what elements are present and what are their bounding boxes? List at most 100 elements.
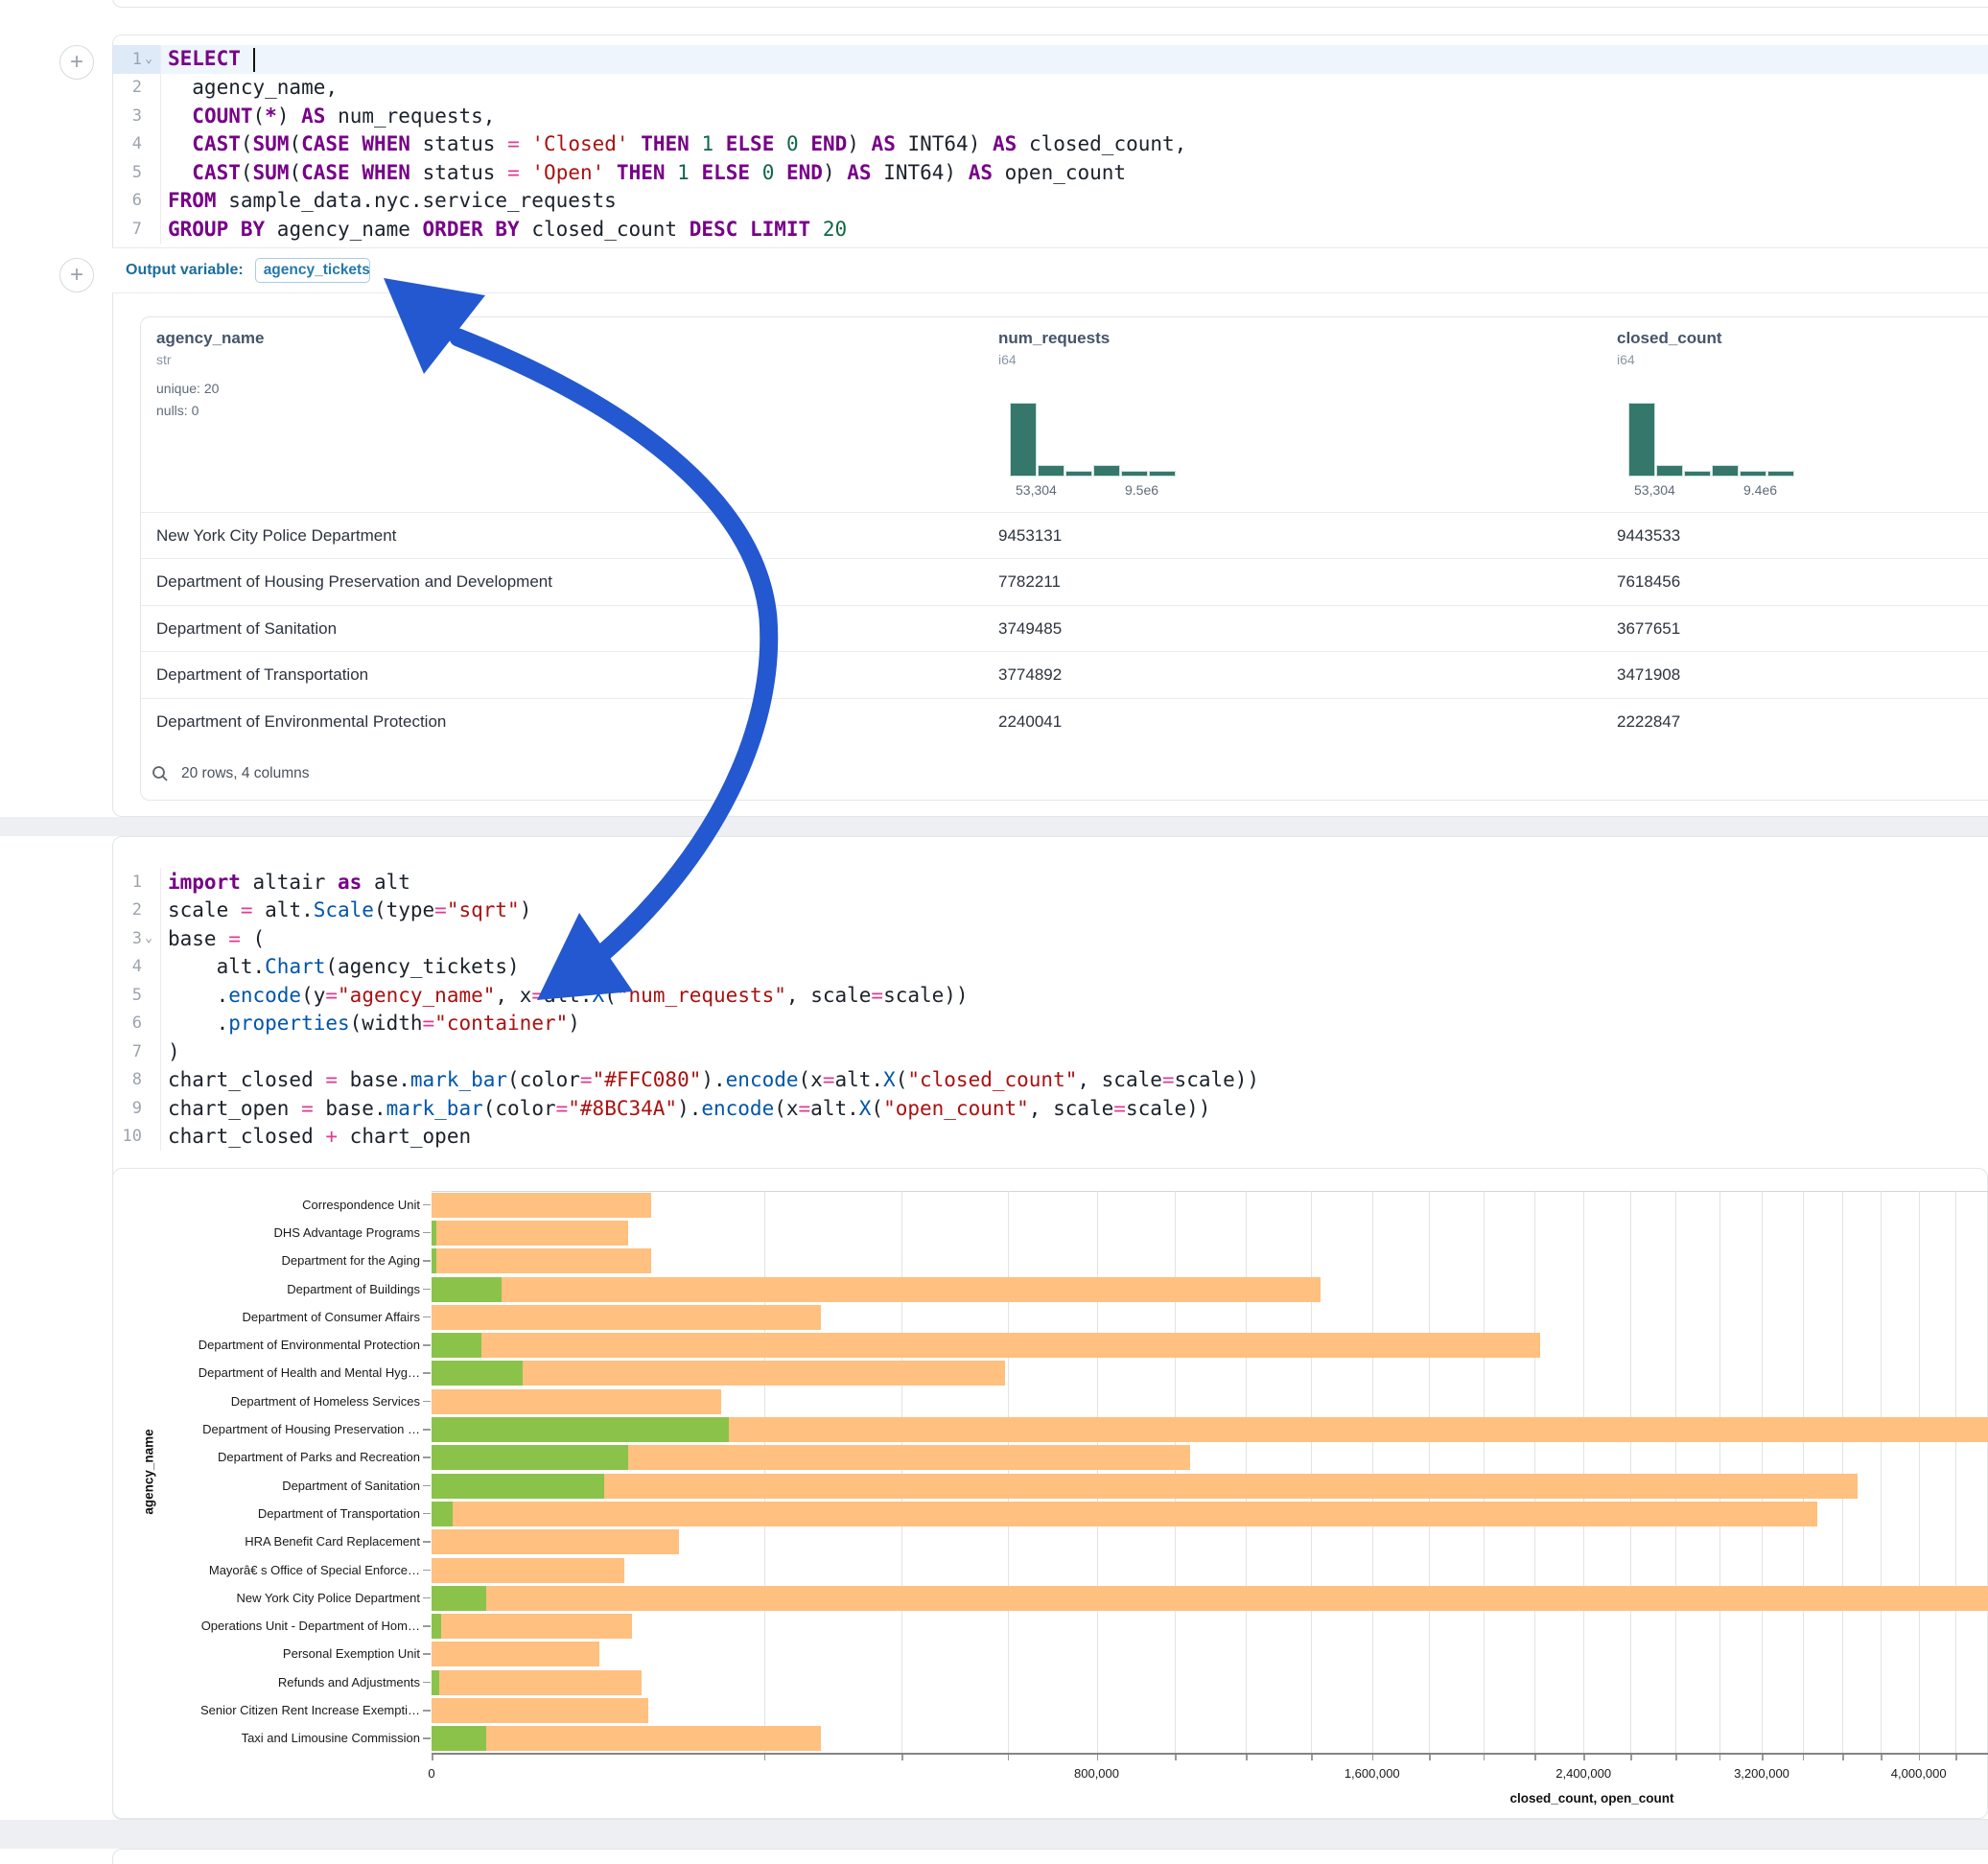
x-axis-tick xyxy=(1842,1755,1844,1760)
x-axis-tick xyxy=(1534,1755,1536,1760)
x-axis-tick xyxy=(1719,1755,1721,1760)
y-axis-tick xyxy=(423,1710,431,1712)
y-axis-tick xyxy=(423,1429,431,1431)
gridline xyxy=(1955,1191,1956,1753)
y-axis-tick xyxy=(423,1653,431,1655)
bar-closed-count xyxy=(432,1670,642,1695)
bar-closed-count xyxy=(432,1529,679,1554)
bar-open-count xyxy=(432,1502,453,1526)
x-axis-tick xyxy=(1097,1755,1099,1760)
gridline xyxy=(1762,1191,1763,1753)
y-axis-label: Senior Citizen Rent Increase Exempti… xyxy=(112,1703,420,1717)
x-axis-tick-label: 2,400,000 xyxy=(1555,1766,1611,1781)
y-axis-label: Personal Exemption Unit xyxy=(112,1646,420,1661)
y-axis-label: Department of Environmental Protection xyxy=(112,1338,420,1352)
gridline xyxy=(1719,1191,1720,1753)
y-axis-tick xyxy=(423,1485,431,1487)
x-axis-tick xyxy=(1246,1755,1248,1760)
y-axis-tick xyxy=(423,1401,431,1403)
x-axis-tick xyxy=(1372,1755,1374,1760)
bar-open-count xyxy=(432,1361,523,1386)
x-axis-tick xyxy=(1311,1755,1313,1760)
bar-open-count xyxy=(432,1417,729,1442)
x-axis-tick xyxy=(1803,1755,1805,1760)
gridline xyxy=(764,1191,765,1753)
x-axis-tick xyxy=(1955,1755,1957,1760)
bar-closed-count xyxy=(432,1726,821,1751)
bar-open-count xyxy=(432,1586,486,1611)
bar-closed-count xyxy=(432,1642,599,1666)
x-axis-tick xyxy=(901,1755,903,1760)
y-axis-label: Department of Buildings xyxy=(112,1282,420,1296)
y-axis-tick xyxy=(423,1682,431,1684)
y-axis-tick xyxy=(423,1597,431,1599)
y-axis-label: Department of Parks and Recreation xyxy=(112,1450,420,1464)
y-axis-label: New York City Police Department xyxy=(112,1591,420,1605)
bar-open-count xyxy=(432,1248,436,1273)
x-axis-tick xyxy=(1484,1755,1485,1760)
gridline xyxy=(1534,1191,1535,1753)
x-axis-tick xyxy=(1881,1755,1883,1760)
y-axis-label: Operations Unit - Department of Hom… xyxy=(112,1619,420,1633)
gridline xyxy=(1881,1191,1882,1753)
y-axis-label: Mayorâ€ s Office of Special Enforce… xyxy=(112,1563,420,1577)
bar-closed-count xyxy=(432,1305,821,1330)
x-axis-tick-label: 4,000,000 xyxy=(1891,1766,1947,1781)
y-axis-label: Department of Health and Mental Hyg… xyxy=(112,1365,420,1380)
y-axis-tick xyxy=(423,1344,431,1346)
gridline xyxy=(901,1191,902,1753)
x-axis-line xyxy=(432,1753,1988,1755)
x-axis-tick xyxy=(1675,1755,1677,1760)
bar-closed-count xyxy=(432,1502,1817,1526)
y-axis-tick xyxy=(423,1372,431,1374)
y-axis-label: Department of Homeless Services xyxy=(112,1394,420,1409)
x-axis-tick-label: 0 xyxy=(428,1766,434,1781)
bar-closed-count xyxy=(432,1614,632,1639)
bar-closed-count xyxy=(432,1333,1540,1358)
x-axis-tick xyxy=(1583,1755,1585,1760)
bar-open-count xyxy=(432,1726,486,1751)
y-axis-label: Correspondence Unit xyxy=(112,1198,420,1212)
x-axis-title: closed_count, open_count xyxy=(1509,1791,1673,1806)
bar-open-count xyxy=(432,1277,502,1302)
bar-closed-count xyxy=(432,1193,651,1218)
bar-closed-count xyxy=(432,1248,651,1273)
y-axis-label: HRA Benefit Card Replacement xyxy=(112,1534,420,1549)
gridline xyxy=(1175,1191,1176,1753)
bar-open-count xyxy=(432,1221,436,1246)
gridline xyxy=(1008,1191,1009,1753)
y-axis-tick xyxy=(423,1232,431,1234)
gridline xyxy=(1675,1191,1676,1753)
bar-open-count xyxy=(432,1445,628,1470)
plot-top-border xyxy=(432,1191,1988,1192)
bar-open-count xyxy=(432,1614,441,1639)
gridline xyxy=(1372,1191,1373,1753)
y-axis-title: agency_name xyxy=(142,1429,156,1514)
gridline xyxy=(1583,1191,1584,1753)
gridline xyxy=(1919,1191,1920,1753)
x-axis-tick-label: 1,600,000 xyxy=(1345,1766,1400,1781)
bar-chart: Correspondence UnitDHS Advantage Program… xyxy=(0,0,1988,1864)
bar-closed-count xyxy=(432,1698,648,1723)
y-axis-label: Department of Housing Preservation … xyxy=(112,1422,420,1436)
y-axis-label: Department for the Aging xyxy=(112,1253,420,1268)
y-axis-tick xyxy=(423,1570,431,1572)
bar-open-count xyxy=(432,1670,439,1695)
x-axis-tick xyxy=(1008,1755,1010,1760)
bar-closed-count xyxy=(432,1389,721,1414)
y-axis-tick xyxy=(423,1541,431,1543)
gridline xyxy=(1842,1191,1843,1753)
bar-open-count xyxy=(432,1474,604,1499)
y-axis-tick xyxy=(423,1625,431,1627)
bar-closed-count xyxy=(432,1277,1321,1302)
bar-closed-count xyxy=(432,1558,624,1583)
x-axis-tick xyxy=(1762,1755,1764,1760)
x-axis-tick xyxy=(432,1755,433,1760)
y-axis-label: Refunds and Adjustments xyxy=(112,1675,420,1689)
y-axis-tick xyxy=(423,1456,431,1458)
y-axis-tick xyxy=(423,1737,431,1739)
x-axis-tick xyxy=(764,1755,766,1760)
x-axis-tick-label: 3,200,000 xyxy=(1734,1766,1789,1781)
y-axis-tick xyxy=(423,1316,431,1318)
gridline xyxy=(1429,1191,1430,1753)
